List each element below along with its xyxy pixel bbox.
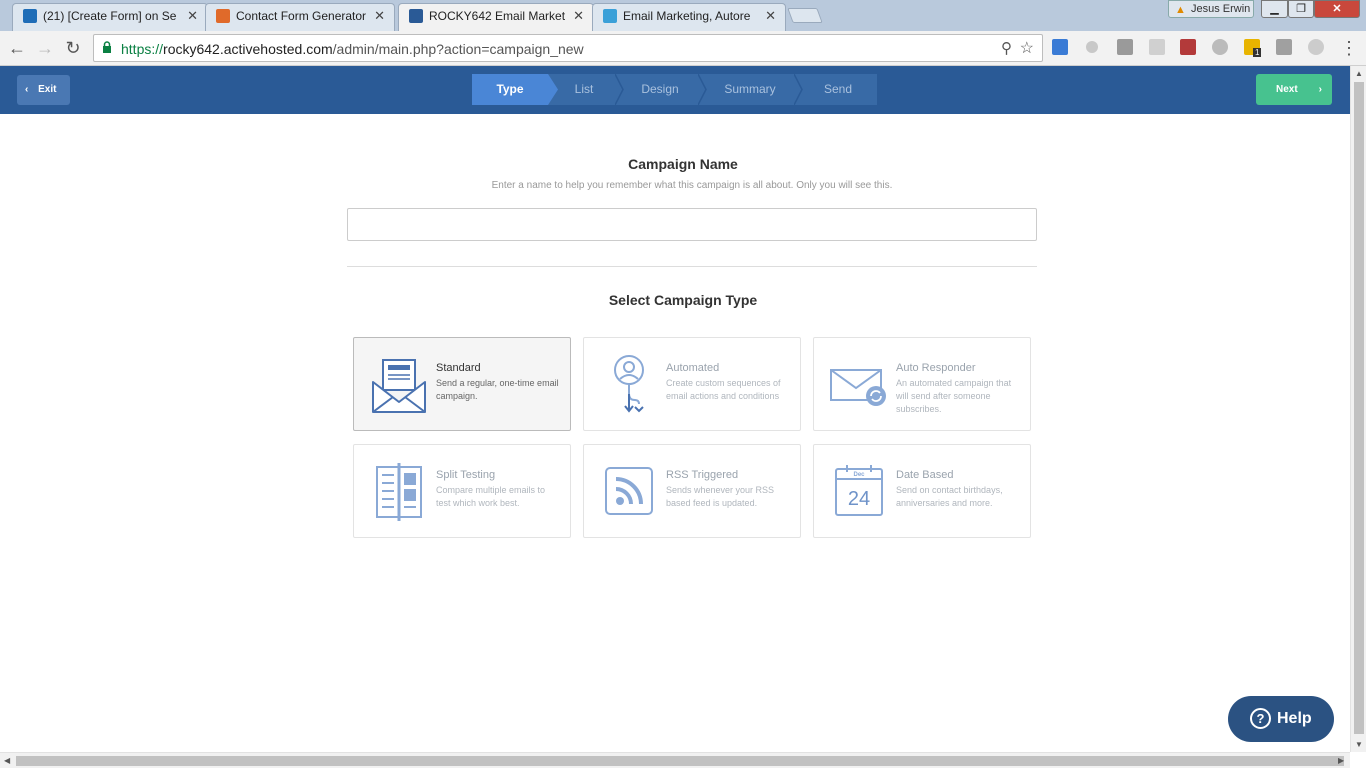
automation-person-icon xyxy=(614,355,644,413)
tab-title: Contact Form Generator xyxy=(236,9,366,23)
horizontal-scrollbar[interactable]: ◀ ▶ xyxy=(0,752,1350,768)
browser-toolbar: ← → ↻ https://rocky642.activehosted.com/… xyxy=(0,31,1366,66)
tab-title: Email Marketing, Autore xyxy=(623,9,751,23)
browser-tabstrip: (21) [Create Form] on Se ✕ Contact Form … xyxy=(0,0,1366,32)
extension-icon[interactable] xyxy=(1276,39,1292,55)
forward-button[interactable]: → xyxy=(33,36,57,60)
scroll-left-icon[interactable]: ◀ xyxy=(4,756,10,765)
close-icon[interactable]: ✕ xyxy=(765,4,776,28)
step-summary[interactable]: Summary xyxy=(704,74,796,105)
envelope-refresh-icon xyxy=(830,369,886,406)
trello-icon xyxy=(23,9,37,23)
split-document-icon xyxy=(376,463,422,521)
close-icon[interactable]: ✕ xyxy=(187,4,198,28)
exit-label: Exit xyxy=(38,84,57,95)
campaign-type-standard[interactable]: Standard Send a regular, one-time email … xyxy=(353,337,571,431)
chevron-right-icon: › xyxy=(1318,84,1322,95)
browser-tab-form-generator[interactable]: Contact Form Generator ✕ xyxy=(205,3,395,31)
card-title: Split Testing xyxy=(436,469,496,481)
extension-icon[interactable] xyxy=(1149,39,1165,55)
card-description: Send on contact birthdays, anniversaries… xyxy=(896,485,1003,508)
scroll-up-icon[interactable]: ▲ xyxy=(1355,69,1363,78)
exit-button[interactable]: ‹ Exit xyxy=(17,75,70,105)
card-description: Create custom sequences of email actions… xyxy=(666,378,781,401)
extension-icon[interactable] xyxy=(1308,39,1324,55)
card-description: Sends whenever your RSS based feed is up… xyxy=(666,485,775,508)
wizard-steps: Type List Design Summary Send xyxy=(472,74,877,105)
campaign-header: ‹ Exit Type List Design Summary Send Nex… xyxy=(0,66,1350,114)
campaign-type-split-testing[interactable]: Split Testing Compare multiple emails to… xyxy=(353,444,571,538)
campaign-name-input[interactable] xyxy=(347,208,1037,241)
tab-title: (21) [Create Form] on Se xyxy=(43,9,177,23)
extension-badge: 1 xyxy=(1253,48,1262,57)
extension-icon[interactable] xyxy=(1212,39,1228,55)
bookmark-star-icon[interactable]: ☆ xyxy=(1020,38,1034,58)
minimize-button[interactable]: ▁ xyxy=(1261,0,1288,18)
envelope-icon xyxy=(372,359,426,413)
help-button[interactable]: ? Help xyxy=(1228,696,1334,742)
campaign-type-automated[interactable]: Automated Create custom sequences of ema… xyxy=(583,337,801,431)
vertical-scrollbar[interactable]: ▲ ▼ xyxy=(1350,66,1366,752)
browser-tab-trello[interactable]: (21) [Create Form] on Se ✕ xyxy=(12,3,208,31)
campaign-type-title: Select Campaign Type xyxy=(608,292,758,308)
card-title: Date Based xyxy=(896,469,954,481)
campaign-type-date-based[interactable]: Dec 24 Date Based Send on contact birthd… xyxy=(813,444,1031,538)
browser-tab-activecampaign[interactable]: ROCKY642 Email Marketi ✕ xyxy=(398,3,594,32)
campaign-type-rss-triggered[interactable]: RSS Triggered Sends whenever your RSS ba… xyxy=(583,444,801,538)
extension-icon[interactable] xyxy=(1117,39,1133,55)
card-description: Send a regular, one-time email campaign. xyxy=(436,378,559,401)
card-description: Compare multiple emails to test which wo… xyxy=(436,485,546,508)
rss-icon xyxy=(605,467,653,515)
url-text: https://rocky642.activehosted.com/admin/… xyxy=(121,41,584,57)
calendar-icon: Dec 24 xyxy=(835,465,883,516)
step-design[interactable]: Design xyxy=(620,74,700,105)
divider xyxy=(347,266,1037,267)
campaign-name-title: Campaign Name xyxy=(628,156,738,172)
activecampaign-icon xyxy=(409,9,423,23)
browser-tab-email-marketing[interactable]: Email Marketing, Autore ✕ xyxy=(592,3,786,31)
address-bar[interactable]: https://rocky642.activehosted.com/admin/… xyxy=(93,34,1043,62)
zoom-icon[interactable]: ⚲ xyxy=(1001,39,1012,57)
scroll-down-icon[interactable]: ▼ xyxy=(1355,740,1363,749)
form-icon xyxy=(216,9,230,23)
card-title: Standard xyxy=(436,362,481,374)
help-label: Help xyxy=(1277,710,1312,727)
profile-name: Jesus Erwin xyxy=(1191,3,1251,15)
warning-icon: ▲ xyxy=(1175,4,1186,16)
close-icon[interactable]: ✕ xyxy=(573,4,584,28)
scrollbar-thumb[interactable] xyxy=(1354,82,1364,734)
campaign-name-subtitle: Enter a name to help you remember what t… xyxy=(491,180,893,191)
calendar-month: Dec xyxy=(853,472,865,478)
profile-button[interactable]: ▲ Jesus Erwin xyxy=(1168,0,1254,18)
new-tab-button[interactable] xyxy=(787,8,823,23)
close-icon[interactable]: ✕ xyxy=(374,4,385,28)
tab-title: ROCKY642 Email Marketi xyxy=(429,9,565,23)
card-title: RSS Triggered xyxy=(666,469,739,481)
reload-button[interactable]: ↻ xyxy=(61,36,85,60)
next-button[interactable]: Next › xyxy=(1256,74,1332,105)
browser-menu-icon[interactable]: ⋮ xyxy=(1340,37,1358,59)
chevron-left-icon: ‹ xyxy=(25,84,29,95)
card-title: Auto Responder xyxy=(896,362,976,374)
lock-icon xyxy=(103,41,111,53)
scrollbar-thumb[interactable] xyxy=(16,756,1344,766)
scroll-right-icon[interactable]: ▶ xyxy=(1338,756,1344,765)
card-title: Automated xyxy=(666,362,720,374)
question-icon: ? xyxy=(1250,708,1271,729)
step-type[interactable]: Type xyxy=(472,74,548,105)
step-list[interactable]: List xyxy=(548,74,620,105)
extension-icon[interactable] xyxy=(1086,41,1098,53)
next-label: Next xyxy=(1276,84,1298,95)
extension-icon[interactable] xyxy=(1052,39,1068,55)
step-send[interactable]: Send xyxy=(800,74,876,105)
calendar-day: 24 xyxy=(848,488,870,510)
extension-icon[interactable]: 1 xyxy=(1244,39,1262,57)
email-icon xyxy=(603,9,617,23)
back-button[interactable]: ← xyxy=(5,36,29,60)
maximize-button[interactable]: ❐ xyxy=(1288,0,1314,18)
campaign-type-auto-responder[interactable]: Auto Responder An automated campaign tha… xyxy=(813,337,1031,431)
close-window-button[interactable]: ✕ xyxy=(1314,0,1360,18)
card-description: An automated campaign that will send aft… xyxy=(896,378,1012,414)
extension-icon[interactable] xyxy=(1180,39,1196,55)
